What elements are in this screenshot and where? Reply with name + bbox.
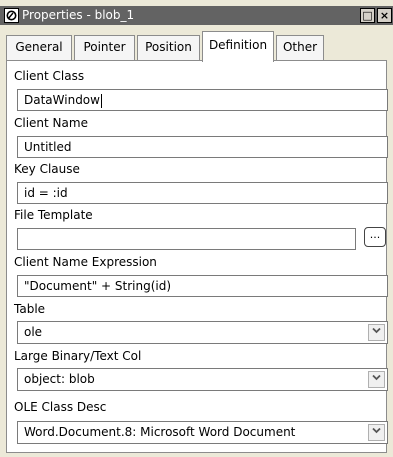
close-button[interactable]: × xyxy=(377,8,392,23)
file-template-input[interactable] xyxy=(17,228,356,250)
large-binary-text-col-label: Large Binary/Text Col xyxy=(14,349,142,363)
ole-class-desc-selected-value: Word.Document.8: Microsoft Word Document xyxy=(24,425,296,439)
chevron-down-icon[interactable] xyxy=(368,324,385,341)
tab-pointer[interactable]: Pointer xyxy=(74,35,135,60)
table-select[interactable]: ole xyxy=(17,321,388,344)
client-name-expression-input[interactable]: "Document" + String(id) xyxy=(17,275,388,297)
ole-class-desc-label: OLE Class Desc xyxy=(14,400,107,414)
browse-button[interactable]: ... xyxy=(364,227,386,247)
client-name-input[interactable]: Untitled xyxy=(17,136,388,158)
chevron-down-icon[interactable] xyxy=(368,424,385,441)
properties-window: Properties - blob_1 □ × General Pointer … xyxy=(0,0,393,457)
chevron-down-icon[interactable] xyxy=(368,371,385,388)
ole-class-desc-select[interactable]: Word.Document.8: Microsoft Word Document xyxy=(17,421,388,444)
client-class-input[interactable]: DataWindow xyxy=(17,89,388,111)
maximize-button[interactable]: □ xyxy=(360,8,375,23)
large-binary-text-col-selected-value: object: blob xyxy=(24,372,95,386)
tab-other[interactable]: Other xyxy=(276,35,324,60)
client-name-label: Client Name xyxy=(14,116,88,130)
tab-general[interactable]: General xyxy=(6,35,72,60)
tab-definition[interactable]: Definition xyxy=(202,31,274,62)
key-clause-label: Key Clause xyxy=(14,162,80,176)
client-name-expression-label: Client Name Expression xyxy=(14,255,157,269)
large-binary-text-col-select[interactable]: object: blob xyxy=(17,368,388,391)
file-template-label: File Template xyxy=(14,208,93,222)
tab-position[interactable]: Position xyxy=(137,35,200,60)
key-clause-input[interactable]: id = :id xyxy=(17,182,388,204)
table-label: Table xyxy=(14,302,46,316)
tab-strip: General Pointer Position Definition Othe… xyxy=(6,31,387,62)
properties-icon xyxy=(4,8,19,23)
title-bar[interactable]: Properties - blob_1 □ × xyxy=(0,6,393,25)
table-selected-value: ole xyxy=(24,325,43,339)
client-class-value: DataWindow xyxy=(24,93,100,107)
text-caret xyxy=(100,93,102,108)
window-title: Properties - blob_1 xyxy=(22,8,135,22)
client-class-label: Client Class xyxy=(14,69,85,83)
